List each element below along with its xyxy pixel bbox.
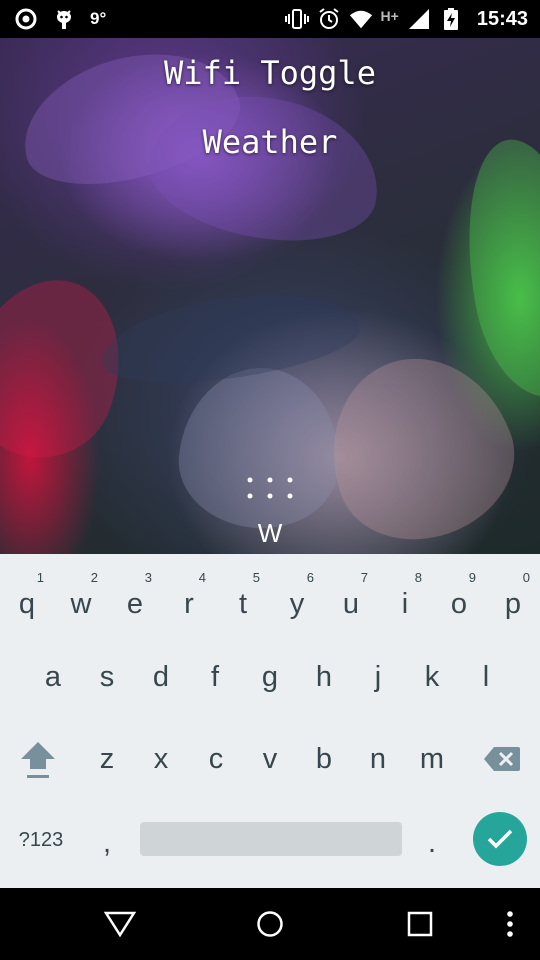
vibrate-icon bbox=[284, 7, 309, 31]
alarm-icon bbox=[317, 7, 341, 31]
key-j[interactable]: j bbox=[351, 642, 405, 712]
wifi-icon bbox=[349, 7, 373, 31]
enter-done-button[interactable] bbox=[473, 812, 527, 866]
comma-key[interactable]: , bbox=[80, 806, 134, 876]
typed-search-text: W bbox=[257, 518, 283, 548]
key-q[interactable]: 1q bbox=[0, 562, 54, 632]
app-drawer-dots-icon[interactable] bbox=[244, 476, 298, 502]
key-n[interactable]: n bbox=[351, 724, 405, 794]
key-t[interactable]: 5t bbox=[216, 562, 270, 632]
key-m[interactable]: m bbox=[405, 724, 459, 794]
status-bar: 9° H+ 15:43 bbox=[0, 0, 540, 38]
key-f[interactable]: f bbox=[188, 642, 242, 712]
key-e[interactable]: 3e bbox=[108, 562, 162, 632]
recents-button[interactable] bbox=[398, 902, 442, 946]
key-x[interactable]: x bbox=[134, 724, 188, 794]
backspace-icon bbox=[484, 747, 520, 771]
key-v[interactable]: v bbox=[243, 724, 297, 794]
android-bug-icon bbox=[52, 7, 76, 31]
overflow-menu-button[interactable] bbox=[488, 902, 532, 946]
backspace-key[interactable] bbox=[475, 724, 529, 794]
key-p[interactable]: 0p bbox=[486, 562, 540, 632]
key-s[interactable]: s bbox=[80, 642, 134, 712]
home-button[interactable] bbox=[248, 902, 292, 946]
period-key[interactable]: . bbox=[405, 806, 459, 876]
shift-key[interactable] bbox=[11, 724, 65, 794]
network-type-text: H+ bbox=[380, 8, 399, 24]
widget-title-weather[interactable]: Weather bbox=[0, 123, 540, 161]
key-w[interactable]: 2w bbox=[54, 562, 108, 632]
overflow-menu-icon bbox=[507, 911, 513, 937]
shift-arrow-icon bbox=[21, 742, 55, 778]
temperature-text: 9° bbox=[90, 9, 107, 28]
key-r[interactable]: 4r bbox=[162, 562, 216, 632]
back-button[interactable] bbox=[98, 902, 142, 946]
symbols-key[interactable]: ?123 bbox=[10, 810, 72, 870]
key-d[interactable]: d bbox=[134, 642, 188, 712]
key-h[interactable]: h bbox=[297, 642, 351, 712]
back-icon bbox=[104, 911, 136, 937]
signal-icon bbox=[407, 7, 431, 31]
clock-time: 15:43 bbox=[476, 7, 528, 30]
key-y[interactable]: 6y bbox=[270, 562, 324, 632]
battery-charging-icon bbox=[439, 7, 463, 31]
key-g[interactable]: g bbox=[243, 642, 297, 712]
key-a[interactable]: a bbox=[26, 642, 80, 712]
wallpaper: Wifi Toggle Weather W bbox=[0, 38, 540, 554]
key-o[interactable]: 9o bbox=[432, 562, 486, 632]
app-logo-icon bbox=[14, 7, 38, 31]
space-bar[interactable] bbox=[140, 822, 402, 856]
checkmark-icon bbox=[487, 829, 513, 849]
key-l[interactable]: l bbox=[459, 642, 513, 712]
key-b[interactable]: b bbox=[297, 724, 351, 794]
key-z[interactable]: z bbox=[80, 724, 134, 794]
key-i[interactable]: 8i bbox=[378, 562, 432, 632]
key-k[interactable]: k bbox=[405, 642, 459, 712]
navigation-bar bbox=[0, 888, 540, 960]
recents-icon bbox=[407, 911, 433, 937]
home-icon bbox=[257, 911, 283, 937]
key-u[interactable]: 7u bbox=[324, 562, 378, 632]
widget-title-wifi-toggle[interactable]: Wifi Toggle bbox=[0, 54, 540, 92]
key-c[interactable]: c bbox=[189, 724, 243, 794]
